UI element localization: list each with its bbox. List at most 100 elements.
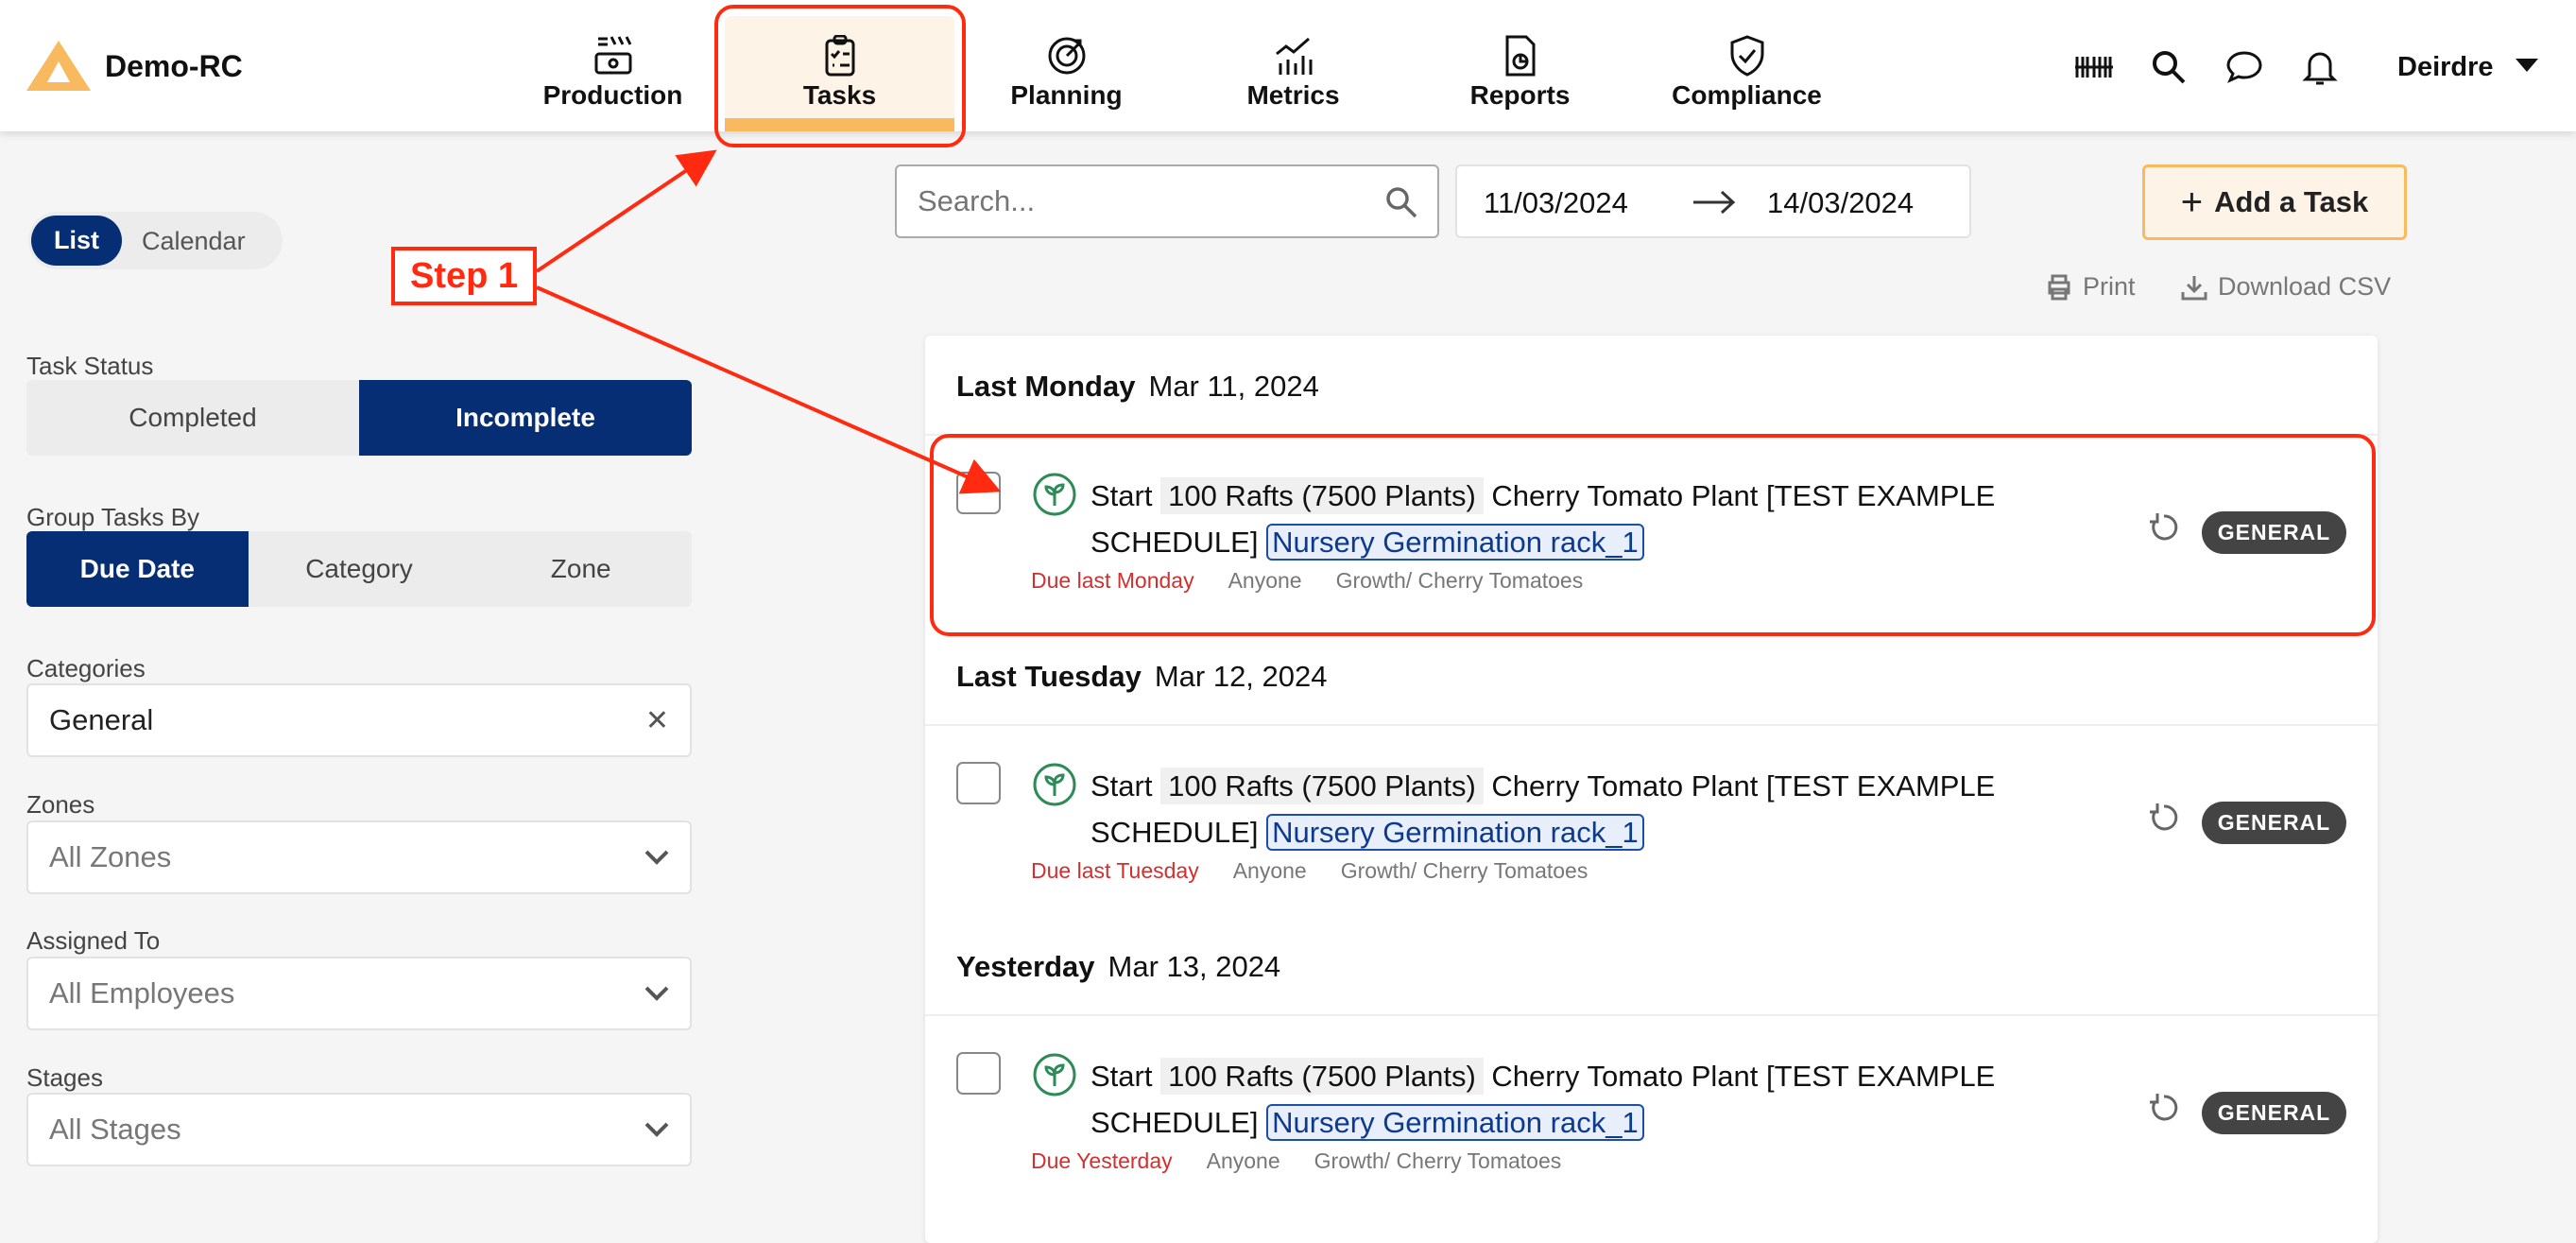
search-box bbox=[895, 164, 1439, 238]
production-icon bbox=[594, 36, 631, 75]
group-by-toggle: Due Date Category Zone bbox=[26, 531, 692, 607]
group-due-date[interactable]: Due Date bbox=[26, 531, 249, 607]
group-title: Last Monday bbox=[956, 370, 1136, 403]
zones-label: Zones bbox=[26, 790, 95, 819]
app-name: Demo-RC bbox=[105, 49, 243, 83]
group-date: Mar 11, 2024 bbox=[1148, 370, 1319, 403]
task-verb: Start bbox=[1091, 769, 1153, 803]
chevron-down-icon bbox=[644, 1122, 669, 1137]
shield-check-icon bbox=[1730, 35, 1763, 77]
date-to[interactable]: 14/03/2024 bbox=[1767, 186, 1914, 220]
status-incomplete[interactable]: Incomplete bbox=[359, 380, 692, 456]
group-date: Mar 12, 2024 bbox=[1154, 660, 1328, 693]
assigned-select[interactable]: All Employees bbox=[26, 957, 692, 1030]
categories-label: Categories bbox=[26, 654, 146, 682]
categories-select[interactable]: General ✕ bbox=[26, 683, 692, 757]
assigned-label: Assigned To bbox=[26, 926, 161, 955]
nav-label: Metrics bbox=[1246, 80, 1340, 110]
group-header: Last Tuesday Mar 12, 2024 bbox=[956, 660, 1328, 694]
stages-label: Stages bbox=[26, 1063, 103, 1092]
task-due: Due last Tuesday bbox=[1031, 858, 1199, 883]
group-header: Last Monday Mar 11, 2024 bbox=[956, 370, 1319, 404]
clear-icon[interactable]: ✕ bbox=[645, 704, 669, 737]
task-assignee: Anyone bbox=[1232, 858, 1307, 883]
download-csv-button[interactable]: Download CSV bbox=[2180, 272, 2391, 302]
annotation-step-label: Step 1 bbox=[391, 247, 537, 305]
target-icon bbox=[1048, 37, 1085, 75]
nav-reports[interactable]: Reports bbox=[1405, 16, 1635, 131]
task-zone-tag[interactable]: Nursery Germination rack_1 bbox=[1266, 1104, 1644, 1141]
date-range-picker[interactable]: 11/03/2024 14/03/2024 bbox=[1455, 164, 1971, 238]
task-meta: Due last Tuesday Anyone Growth/ Cherry Tom… bbox=[1031, 858, 1622, 884]
arrow-right-icon bbox=[1693, 190, 1736, 215]
view-list-button[interactable]: List bbox=[31, 216, 122, 266]
nav-label: Planning bbox=[1010, 80, 1123, 110]
task-group: Yesterday Mar 13, 2024 Start 100 Rafts (7… bbox=[925, 916, 2378, 1206]
plus-icon: + bbox=[2180, 181, 2204, 223]
task-status-label: Task Status bbox=[26, 352, 154, 380]
status-completed[interactable]: Completed bbox=[26, 380, 359, 456]
category-badge: GENERAL bbox=[2202, 802, 2346, 844]
zones-value: All Zones bbox=[49, 840, 172, 873]
download-label: Download CSV bbox=[2218, 272, 2392, 301]
task-status-toggle: Completed Incomplete bbox=[26, 380, 692, 456]
task-due: Due Yesterday bbox=[1031, 1148, 1173, 1173]
nav-metrics[interactable]: Metrics bbox=[1178, 16, 1408, 131]
view-calendar-button[interactable]: Calendar bbox=[142, 227, 246, 256]
top-header: Demo-RC Production Tasks Planning Metric… bbox=[0, 0, 2576, 131]
annotation-highlight-task-row bbox=[930, 434, 2376, 636]
report-icon bbox=[1505, 35, 1535, 77]
divider bbox=[925, 724, 2378, 726]
barcode-icon[interactable] bbox=[2073, 47, 2113, 87]
recurring-icon[interactable] bbox=[2148, 1092, 2180, 1124]
divider bbox=[925, 1014, 2378, 1016]
add-task-label: Add a Task bbox=[2214, 185, 2369, 218]
nav-label: Compliance bbox=[1672, 80, 1822, 110]
printer-icon bbox=[2048, 274, 2070, 300]
seedling-icon bbox=[1033, 763, 1076, 806]
chat-icon[interactable] bbox=[2224, 47, 2264, 87]
group-header: Yesterday Mar 13, 2024 bbox=[956, 950, 1280, 984]
task-checkbox[interactable] bbox=[956, 762, 1001, 804]
task-quantity: 100 Rafts (7500 Plants) bbox=[1160, 1058, 1484, 1095]
add-task-button[interactable]: + Add a Task bbox=[2142, 164, 2407, 240]
caret-down-icon[interactable] bbox=[2516, 59, 2538, 74]
view-toggle: List Calendar bbox=[28, 212, 283, 269]
task-quantity: 100 Rafts (7500 Plants) bbox=[1160, 768, 1484, 804]
task-category: Growth/ Cherry Tomatoes bbox=[1314, 1148, 1562, 1173]
seedling-icon bbox=[1033, 1053, 1076, 1096]
nav-label: Reports bbox=[1469, 80, 1571, 110]
task-zone-tag[interactable]: Nursery Germination rack_1 bbox=[1266, 814, 1644, 851]
nav-compliance[interactable]: Compliance bbox=[1632, 16, 1862, 131]
task-group: Last Tuesday Mar 12, 2024 Start 100 Rafts… bbox=[925, 626, 2378, 916]
nav-production[interactable]: Production bbox=[498, 16, 728, 131]
user-menu[interactable]: Deirdre bbox=[2397, 52, 2494, 83]
search-icon[interactable] bbox=[2149, 47, 2189, 87]
group-by-label: Group Tasks By bbox=[26, 503, 200, 531]
print-label: Print bbox=[2083, 272, 2136, 301]
annotation-highlight-tasks bbox=[714, 5, 966, 147]
zones-select[interactable]: All Zones bbox=[26, 820, 692, 894]
date-from[interactable]: 11/03/2024 bbox=[1484, 186, 1628, 220]
task-title[interactable]: Start 100 Rafts (7500 Plants) Cherry Tom… bbox=[1091, 1053, 2149, 1146]
bell-icon[interactable] bbox=[2300, 47, 2340, 87]
nav-planning[interactable]: Planning bbox=[952, 16, 1181, 131]
stages-select[interactable]: All Stages bbox=[26, 1093, 692, 1166]
group-zone[interactable]: Zone bbox=[470, 531, 692, 607]
search-input[interactable] bbox=[918, 181, 1352, 221]
group-date: Mar 13, 2024 bbox=[1108, 950, 1281, 983]
group-category[interactable]: Category bbox=[249, 531, 471, 607]
nav-label: Production bbox=[542, 80, 683, 110]
assigned-value: All Employees bbox=[49, 976, 235, 1010]
task-title[interactable]: Start 100 Rafts (7500 Plants) Cherry Tom… bbox=[1091, 763, 2149, 855]
print-button[interactable]: Print bbox=[2045, 272, 2136, 302]
group-title: Yesterday bbox=[956, 950, 1095, 983]
task-checkbox[interactable] bbox=[956, 1052, 1001, 1095]
categories-value: General bbox=[49, 703, 154, 736]
stages-value: All Stages bbox=[49, 1113, 181, 1146]
search-icon[interactable] bbox=[1384, 185, 1418, 219]
task-verb: Start bbox=[1091, 1060, 1153, 1093]
task-assignee: Anyone bbox=[1206, 1148, 1280, 1173]
recurring-icon[interactable] bbox=[2148, 802, 2180, 834]
chart-icon bbox=[1275, 37, 1312, 75]
